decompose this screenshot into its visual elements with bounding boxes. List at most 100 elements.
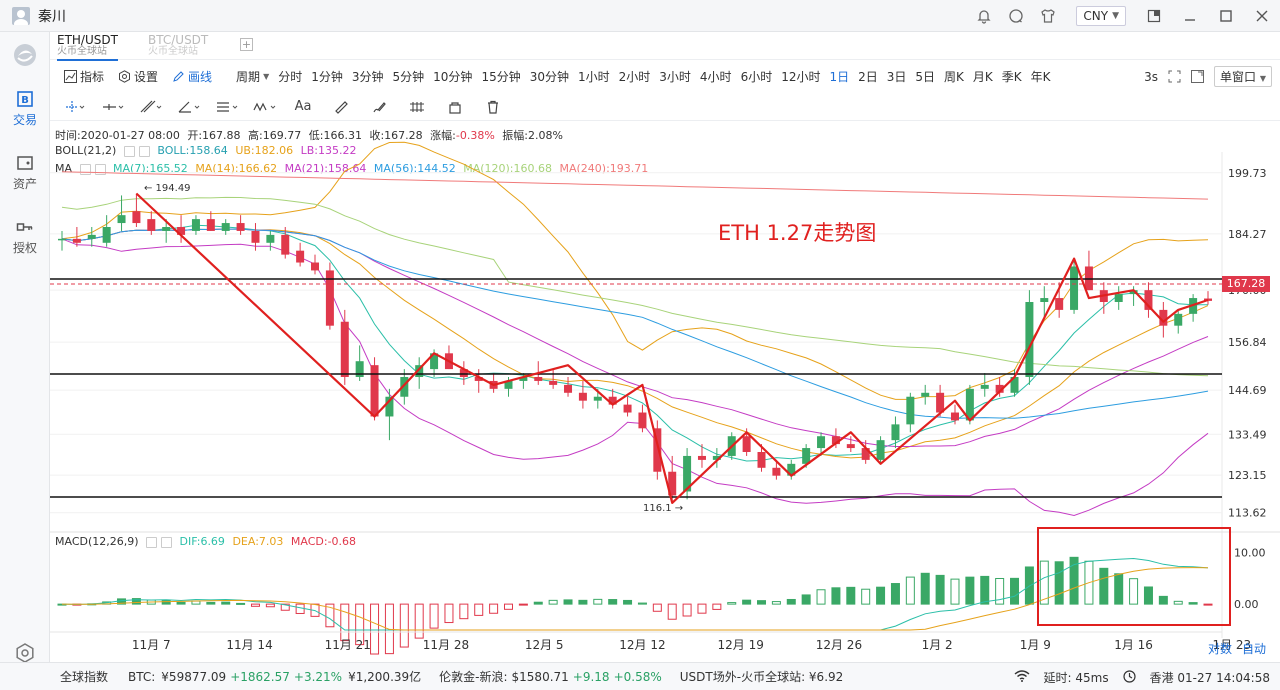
popout-icon[interactable] (1136, 0, 1172, 32)
minimize-icon[interactable] (1172, 0, 1208, 32)
expand-icon[interactable] (1191, 70, 1204, 83)
period-option[interactable]: 2小时 (619, 68, 651, 85)
shirt-icon[interactable] (1037, 5, 1059, 27)
period-option[interactable]: 10分钟 (433, 68, 472, 85)
log-scale-button[interactable]: 对数 (1208, 640, 1232, 657)
period-option[interactable]: 年K (1031, 68, 1051, 85)
tab-btc-usdt[interactable]: BTC/USDT 火币全球站 (148, 34, 208, 57)
period-option[interactable]: 30分钟 (530, 68, 569, 85)
period-option[interactable]: 分时 (278, 68, 302, 85)
chat-icon[interactable] (1005, 5, 1027, 27)
user-block[interactable]: 秦川 (0, 6, 66, 26)
macd-bar-down (370, 603, 380, 655)
candle-up (921, 392, 930, 397)
period-option[interactable]: 3日 (887, 68, 907, 85)
period-option[interactable]: 3小时 (659, 68, 691, 85)
boll-upper-line (61, 141, 1209, 400)
price-tick-label: 123.15 (1228, 469, 1267, 482)
macd-bar-up (846, 586, 856, 605)
svg-text:B: B (21, 95, 29, 106)
period-option[interactable]: 2日 (858, 68, 878, 85)
chart-area[interactable]: 时间:2020-01-27 08:00 开:167.88 高:169.77 低:… (50, 122, 1280, 658)
period-option[interactable]: 12小时 (781, 68, 820, 85)
sidebar-item-label: 授权 (12, 241, 37, 255)
time-tick-label: 11月 28 (423, 638, 469, 652)
sidebar-item-asset[interactable]: 资产 (0, 154, 50, 192)
period-option[interactable]: 季K (1002, 68, 1022, 85)
indicator-button[interactable]: 指标 (64, 68, 104, 85)
period-option[interactable]: 5分钟 (393, 68, 425, 85)
bell-icon[interactable] (973, 5, 995, 27)
window-mode-select[interactable]: 单窗口 ▼ (1214, 66, 1272, 87)
tab-sub-label: 火币全球站 (57, 46, 107, 57)
tab-eth-usdt[interactable]: ETH/USDT 火币全球站 (57, 34, 118, 61)
period-dropdown[interactable]: 周期 ▼ (236, 68, 269, 85)
currency-value: CNY (1083, 9, 1109, 23)
macd-bar-up (548, 599, 558, 605)
draw-button[interactable]: 画线 (172, 68, 212, 85)
period-option[interactable]: 4小时 (700, 68, 732, 85)
add-tab-button[interactable]: + (240, 38, 253, 51)
magnet-tool-icon[interactable] (404, 96, 430, 118)
brush-tool-icon[interactable] (366, 96, 392, 118)
period-option[interactable]: 月K (973, 68, 993, 85)
text-tool-icon[interactable]: Aa (290, 96, 316, 118)
candle-down (757, 452, 766, 468)
macd-bar-up (1158, 595, 1168, 605)
candle-down (638, 412, 647, 429)
sidebar-item-auth[interactable]: 授权 (0, 218, 50, 256)
candle-up (191, 219, 200, 231)
london-gold-percent: +0.58% (613, 669, 662, 684)
btc-volume: ¥1,200.39亿 (348, 670, 422, 684)
candle-down (311, 262, 320, 271)
period-option[interactable]: 周K (944, 68, 964, 85)
refresh-interval[interactable]: 3s (1144, 70, 1158, 84)
time-tick-label: 12月 26 (816, 638, 862, 652)
global-index-label[interactable]: 全球指数 (60, 668, 108, 685)
wave-tool-icon[interactable] (252, 96, 278, 118)
maximize-icon[interactable] (1208, 0, 1244, 32)
crosshair-tool-icon[interactable] (62, 96, 88, 118)
chevron-down-icon: ▼ (1112, 11, 1119, 21)
candle-down (236, 223, 245, 231)
candle-down (147, 219, 156, 231)
fibonacci-tool-icon[interactable] (214, 96, 240, 118)
price-axis: 199.73184.27170.00156.84144.69133.49123.… (1228, 167, 1267, 520)
candle-up (221, 223, 230, 231)
close-icon[interactable] (161, 536, 173, 548)
macd-bar-up (578, 599, 588, 605)
ruler-tool-icon[interactable] (328, 96, 354, 118)
candles (58, 193, 1212, 503)
trash-icon[interactable] (480, 96, 506, 118)
angle-tool-icon[interactable] (176, 96, 202, 118)
macd-bar-down (697, 603, 707, 614)
sidebar-item-trade[interactable]: B 交易 (0, 90, 50, 128)
draw-label: 画线 (188, 69, 213, 84)
time-tick-label: 11月 21 (325, 638, 371, 652)
period-option[interactable]: 1分钟 (311, 68, 343, 85)
sidebar: B 交易 资产 授权 (0, 32, 50, 663)
settings-button[interactable]: 设置 (118, 68, 158, 85)
eye-icon[interactable] (146, 536, 158, 548)
ma7-line (61, 224, 1209, 462)
period-option[interactable]: 5日 (915, 68, 935, 85)
macd-dif-line (61, 557, 1209, 631)
period-option[interactable]: 1小时 (578, 68, 610, 85)
period-option-active[interactable]: 1日 (829, 68, 849, 85)
period-option[interactable]: 6小时 (741, 68, 773, 85)
candlestick-chart[interactable]: 199.73184.27170.00156.84144.69133.49123.… (50, 122, 1280, 658)
fullscreen-icon[interactable] (1168, 70, 1181, 83)
trend-line-tool-icon[interactable] (138, 96, 164, 118)
horizontal-line-tool-icon[interactable] (100, 96, 126, 118)
auto-scale-button[interactable]: 自动 (1242, 640, 1266, 657)
currency-select[interactable]: CNY ▼ (1076, 6, 1126, 26)
macd-bar-up (236, 602, 246, 605)
candle-down (772, 467, 781, 476)
avatar[interactable] (12, 6, 30, 25)
period-option[interactable]: 15分钟 (481, 68, 520, 85)
close-icon[interactable] (1244, 0, 1280, 32)
macd-tick-label: 0.00 (1234, 598, 1259, 611)
lock-tool-icon[interactable] (442, 96, 468, 118)
period-option[interactable]: 3分钟 (352, 68, 384, 85)
usdt-otc-price: USDT场外-火币全球站: ¥6.92 (679, 670, 844, 684)
